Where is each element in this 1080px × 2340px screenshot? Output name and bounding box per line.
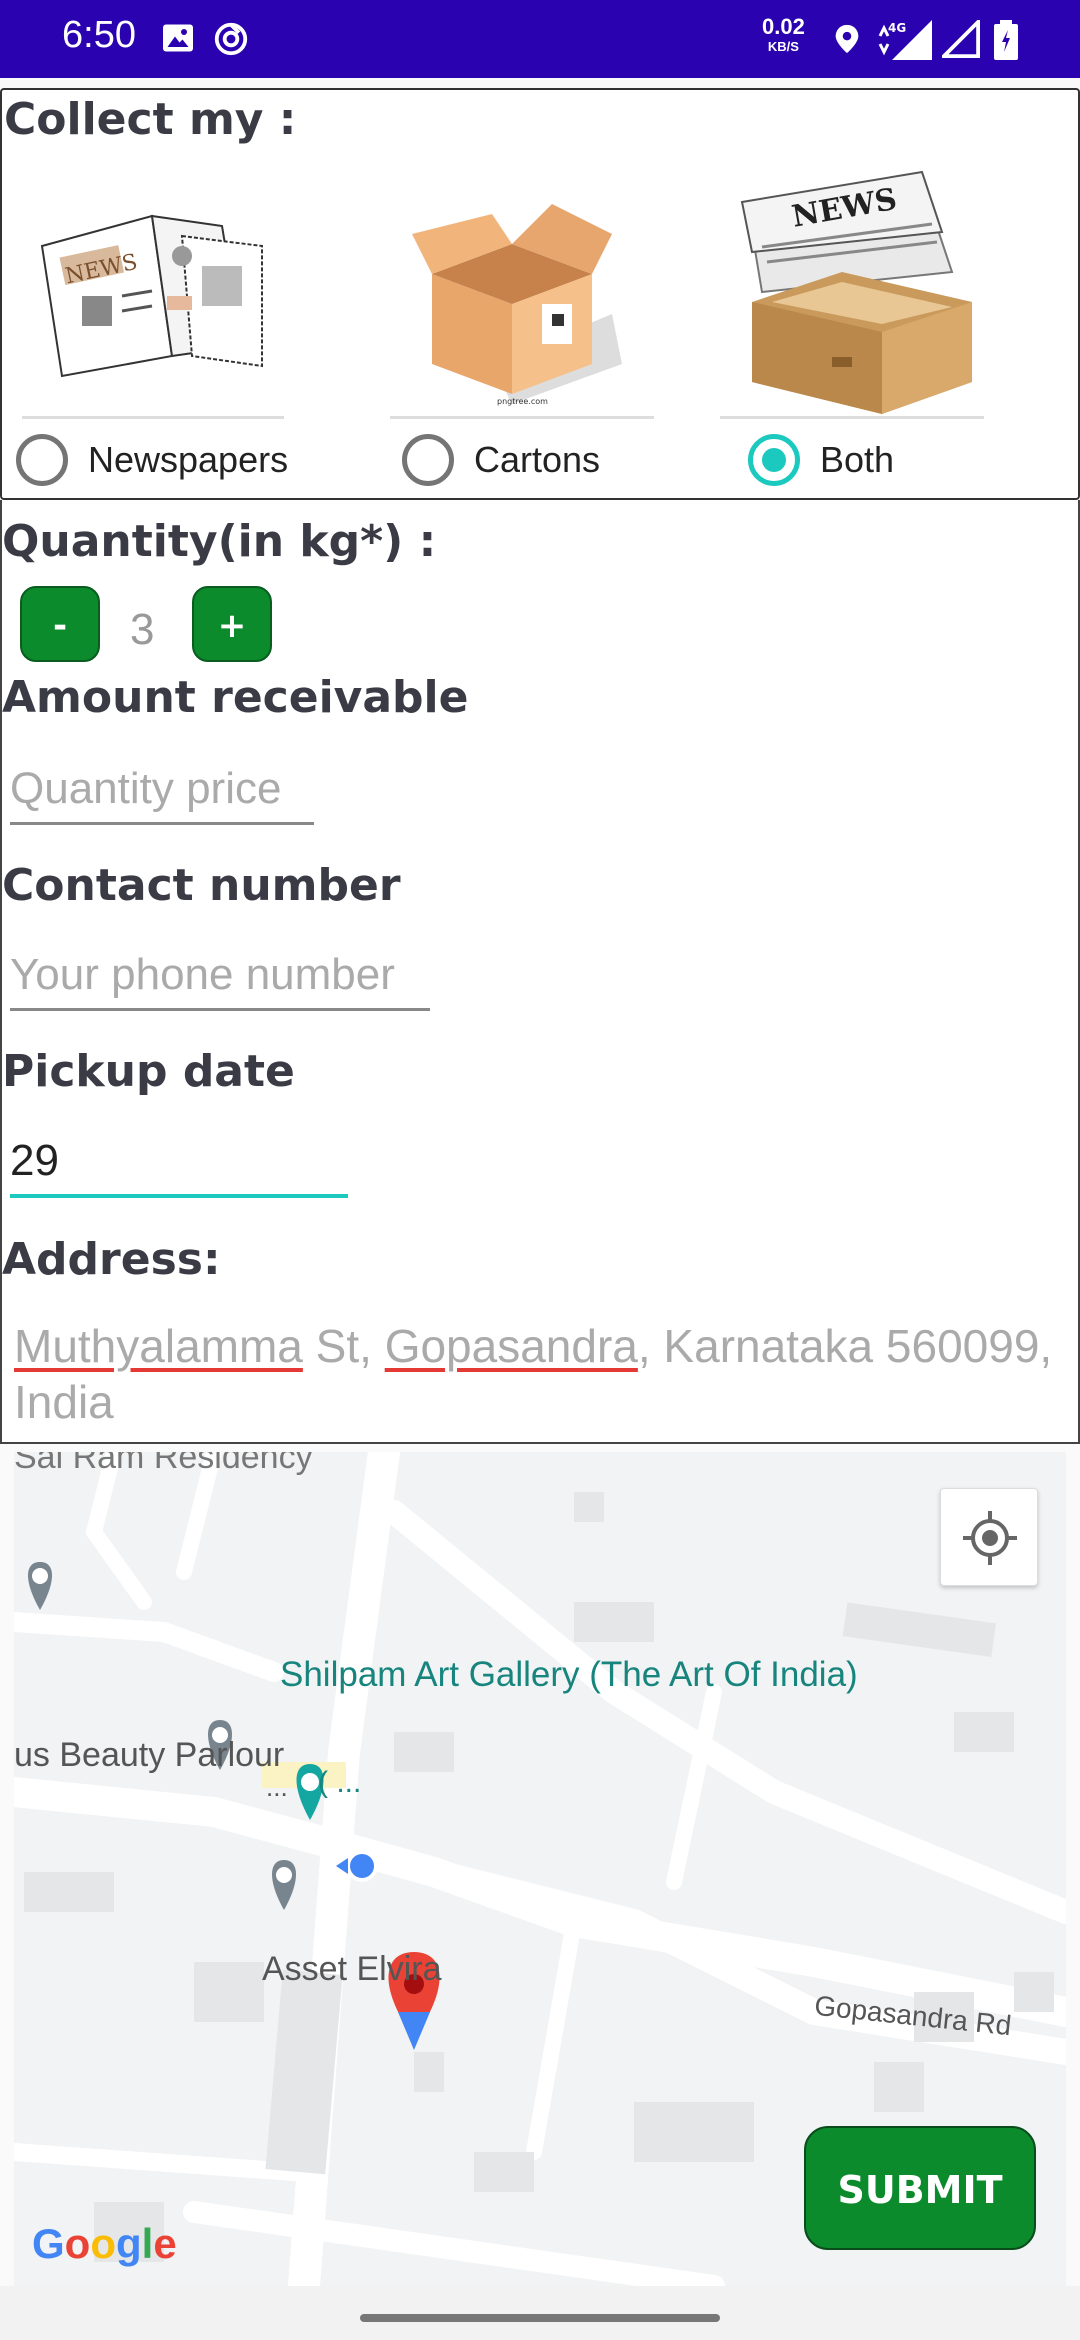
radio-newspapers-circle[interactable] — [16, 434, 68, 486]
battery-icon — [994, 20, 1018, 60]
google-logo-letter: e — [153, 2220, 177, 2267]
google-logo-letter: o — [90, 2220, 116, 2267]
google-logo-letter: l — [141, 2220, 154, 2267]
clock: 6:50 — [62, 14, 136, 56]
quantity-heading: Quantity(in kg*) : — [2, 516, 437, 567]
address-heading: Address: — [2, 1234, 221, 1285]
submit-button[interactable]: SUBMIT — [804, 2126, 1036, 2250]
home-gesture-handle[interactable] — [360, 2314, 720, 2322]
crosshair-icon — [963, 1511, 1017, 1565]
collect-panel: Collect my : NEWS pngtree.com NEWS Newsp… — [0, 88, 1080, 500]
poi-pin-3 — [272, 1860, 296, 1910]
radio-newspapers[interactable]: Newspapers — [16, 434, 288, 486]
poi-pin-1 — [28, 1562, 52, 1610]
google-logo: Google — [32, 2220, 177, 2268]
newspapers-underline — [22, 416, 284, 419]
amount-heading: Amount receivable — [2, 672, 469, 723]
map-label-dots: ... — [266, 1772, 288, 1802]
increase-quantity-button[interactable]: + — [192, 586, 272, 662]
pickup-date-input[interactable]: 29 — [10, 1136, 348, 1198]
phone-input[interactable]: Your phone number — [10, 950, 430, 1011]
both-underline — [720, 416, 984, 419]
map-label-residency: Sai Ram Residency — [14, 1452, 313, 1476]
radio-both-circle[interactable] — [748, 434, 800, 486]
google-logo-letter: g — [115, 2220, 142, 2267]
signal-icon — [942, 20, 980, 58]
cartons-underline — [390, 416, 654, 419]
cartons-image: pngtree.com — [412, 204, 622, 406]
speed-value: 0.02 — [762, 14, 805, 39]
network-speed: 0.02 KB/S — [762, 14, 805, 57]
radio-cartons[interactable]: Cartons — [402, 434, 600, 486]
google-logo-letter: G — [32, 2220, 65, 2267]
map-label-paren: ( ... — [318, 1766, 362, 1799]
map-label-asset: Asset Elvira — [262, 1950, 442, 1988]
address-sep: St, — [302, 1320, 385, 1372]
address-street-name: Muthyalamma — [14, 1320, 303, 1372]
newspapers-image: NEWS — [40, 214, 263, 378]
map-label-parlour: us Beauty Parlour — [14, 1736, 285, 1774]
radio-cartons-label: Cartons — [474, 439, 601, 480]
collect-heading: Collect my : — [4, 94, 297, 145]
map-label-gallery: Shilpam Art Gallery (The Art Of India) — [280, 1655, 858, 1694]
network-type-label: 4G — [888, 21, 906, 35]
radio-both[interactable]: Both — [748, 434, 894, 486]
quantity-value: 3 — [130, 605, 155, 654]
data-saver-icon — [214, 22, 248, 56]
speed-unit: KB/S — [767, 39, 799, 54]
address-field[interactable]: Muthyalamma St, Gopasandra, Karnataka 56… — [14, 1318, 1064, 1430]
status-bar: 6:50 0.02 KB/S 4G — [0, 0, 1080, 78]
decrease-quantity-button[interactable]: - — [20, 586, 100, 662]
radio-newspapers-label: Newspapers — [88, 439, 289, 480]
navigation-bar — [0, 2286, 1080, 2340]
both-image: NEWS — [740, 170, 972, 414]
radio-both-label: Both — [820, 439, 895, 480]
my-location-button[interactable] — [940, 1488, 1038, 1586]
signal-4g-icon: 4G — [878, 20, 932, 60]
contact-heading: Contact number — [2, 860, 401, 911]
location-icon — [835, 24, 859, 54]
amount-input[interactable]: Quantity price — [10, 764, 314, 825]
google-logo-letter: o — [64, 2220, 91, 2267]
carton-caption: pngtree.com — [497, 397, 548, 406]
radio-cartons-circle[interactable] — [402, 434, 454, 486]
pickup-heading: Pickup date — [2, 1046, 295, 1097]
image-icon — [163, 24, 193, 52]
address-locality: Gopasandra — [384, 1320, 638, 1372]
